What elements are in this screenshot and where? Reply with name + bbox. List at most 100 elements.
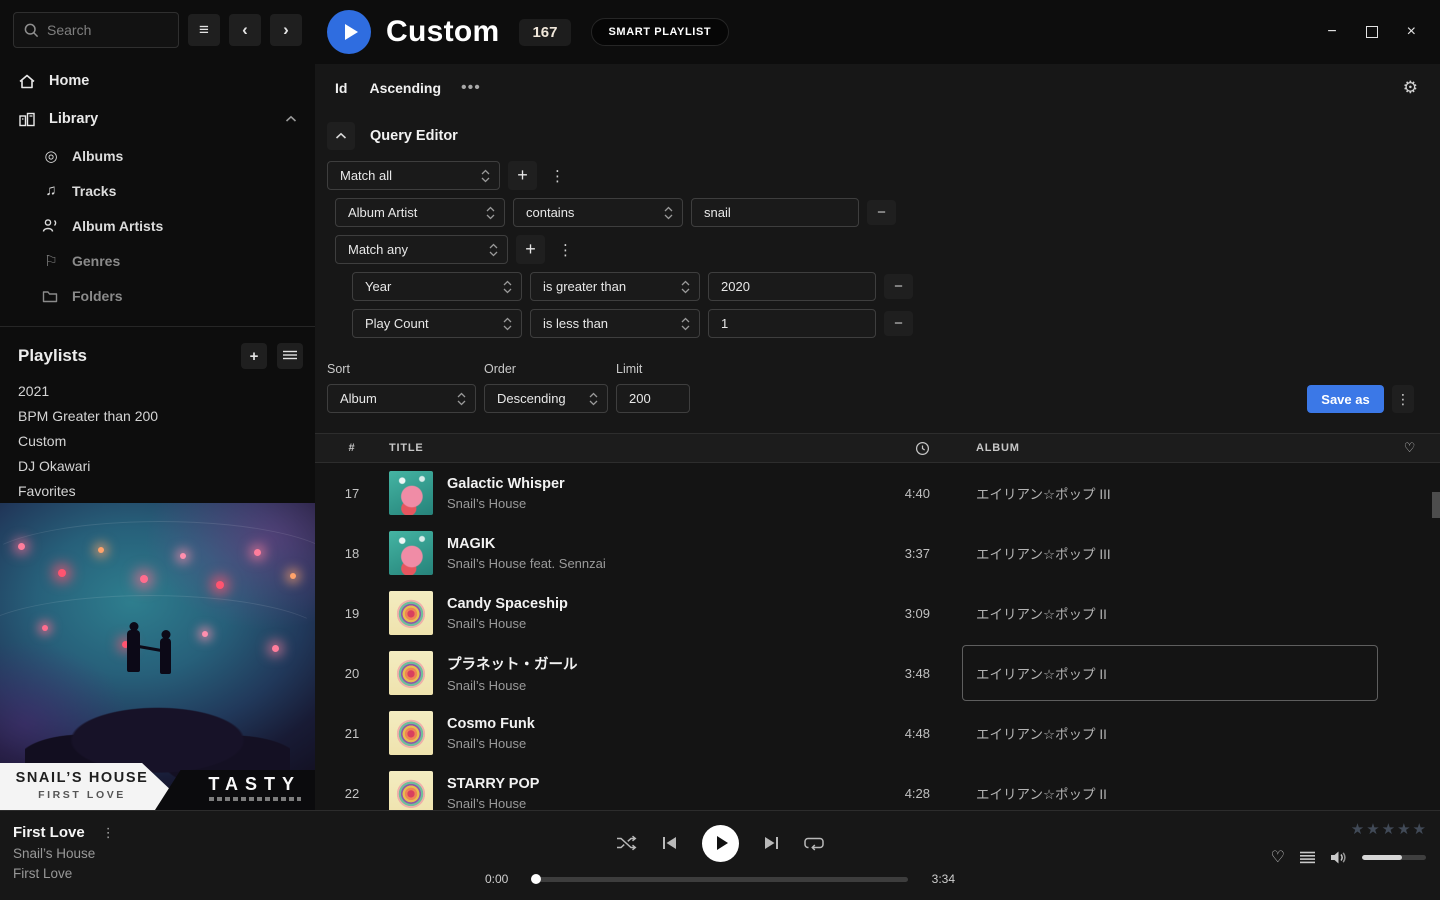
rule-operator-select[interactable]: is greater than <box>530 272 700 301</box>
playlist-item[interactable]: DJ Okawari <box>0 453 315 478</box>
rule-value-input[interactable] <box>691 198 859 227</box>
rule-value-input[interactable] <box>708 272 876 301</box>
sidebar-item-album-artists[interactable]: Album Artists <box>0 208 315 243</box>
limit-input[interactable] <box>616 384 690 413</box>
sidebar-item-home[interactable]: Home <box>0 62 315 100</box>
now-playing-album[interactable]: First Love <box>13 866 315 881</box>
previous-track-icon[interactable] <box>662 836 677 850</box>
playlist-item[interactable]: Custom <box>0 428 315 453</box>
table-row[interactable]: 17 Galactic Whisper Snail’s House 4:40 エ… <box>315 463 1440 523</box>
play-playlist-button[interactable] <box>327 10 371 54</box>
select-caret-icon <box>664 206 673 220</box>
column-header-duration[interactable] <box>834 441 930 456</box>
column-header-number[interactable]: # <box>315 442 389 454</box>
minimize-button[interactable]: − <box>1327 23 1336 41</box>
column-header-album[interactable]: ALBUM <box>960 442 1380 454</box>
shuffle-icon[interactable] <box>616 835 637 851</box>
rule-operator-select[interactable]: contains <box>513 198 683 227</box>
table-row[interactable]: 20 プラネット・ガール Snail’s House 3:48 エイリアン☆ポッ… <box>315 643 1440 703</box>
sort-select[interactable]: Album <box>327 384 476 413</box>
playlist-item[interactable]: Favorites <box>0 478 315 503</box>
track-title: STARRY POP <box>447 776 539 792</box>
gear-icon[interactable]: ⚙ <box>1403 78 1418 98</box>
sidebar-item-genres[interactable]: ⚐ Genres <box>0 243 315 278</box>
more-options-icon[interactable]: ••• <box>461 79 481 97</box>
sidebar-item-tracks[interactable]: ♫ Tracks <box>0 173 315 208</box>
playlist-item[interactable]: BPM Greater than 200 <box>0 403 315 428</box>
collapse-query-editor-button[interactable] <box>327 122 355 150</box>
group-options-icon[interactable]: ⋮ <box>553 241 578 259</box>
rule-field-select[interactable]: Album Artist <box>335 198 505 227</box>
column-header-title[interactable]: TITLE <box>389 442 834 454</box>
star-icon[interactable]: ★ <box>1397 820 1410 838</box>
play-button[interactable] <box>702 825 739 862</box>
remove-rule-button[interactable]: − <box>884 311 913 336</box>
remove-rule-button[interactable]: − <box>867 200 896 225</box>
search-input[interactable] <box>47 22 168 38</box>
sort-field-button[interactable]: Id <box>335 80 347 96</box>
maximize-button[interactable] <box>1366 26 1378 38</box>
table-row[interactable]: 22 STARRY POP Snail’s House 4:28 エイリアン☆ポ… <box>315 763 1440 810</box>
playlist-item[interactable]: 2021 <box>0 378 315 403</box>
match-select[interactable]: Match all <box>327 161 500 190</box>
table-row[interactable]: 18 MAGIK Snail’s House feat. Sennzai 3:3… <box>315 523 1440 583</box>
rating-stars[interactable]: ★ ★ ★ ★ ★ <box>1351 820 1426 838</box>
star-icon[interactable]: ★ <box>1413 820 1426 838</box>
group-options-icon[interactable]: ⋮ <box>545 167 570 185</box>
sort-direction-button[interactable]: Ascending <box>369 80 441 96</box>
now-playing-options-icon[interactable]: ⋮ <box>97 825 120 841</box>
star-icon[interactable]: ★ <box>1366 820 1379 838</box>
now-playing-title[interactable]: First Love <box>13 824 85 841</box>
sort-toolbar: Id Ascending ••• ⚙ <box>315 64 1440 112</box>
rule-value-input[interactable] <box>708 309 876 338</box>
sidebar-item-label: Album Artists <box>72 218 163 234</box>
scrollbar-thumb[interactable] <box>1432 492 1440 518</box>
sidebar-item-folders[interactable]: Folders <box>0 278 315 313</box>
volume-icon[interactable] <box>1330 850 1347 865</box>
add-rule-button[interactable]: + <box>508 161 537 190</box>
search-box[interactable] <box>13 12 179 48</box>
save-options-button[interactable]: ⋮ <box>1392 385 1414 413</box>
rule-field-select[interactable]: Year <box>352 272 522 301</box>
favorite-heart-icon[interactable]: ♡ <box>1271 847 1285 867</box>
table-row[interactable]: 21 Cosmo Funk Snail’s House 4:48 エイリアン☆ポ… <box>315 703 1440 763</box>
back-button[interactable]: ‹ <box>229 14 261 46</box>
add-playlist-button[interactable]: + <box>241 343 267 369</box>
track-artist: Snail’s House <box>447 736 535 751</box>
queue-icon[interactable] <box>1300 851 1315 864</box>
seek-handle[interactable] <box>531 874 541 884</box>
rule-operator-select[interactable]: is less than <box>530 309 700 338</box>
menu-button[interactable]: ≡ <box>188 14 220 46</box>
track-number: 22 <box>315 786 389 801</box>
next-track-icon[interactable] <box>764 836 779 850</box>
select-caret-icon <box>503 317 512 331</box>
chevron-right-icon: › <box>283 20 289 40</box>
close-button[interactable]: × <box>1407 23 1416 41</box>
repeat-icon[interactable] <box>804 835 824 851</box>
forward-button[interactable]: › <box>270 14 302 46</box>
now-playing-album-art[interactable]: SNAIL’S HOUSE FIRST LOVE TASTY <box>0 503 315 810</box>
chevron-up-icon[interactable] <box>285 115 297 123</box>
save-as-button[interactable]: Save as <box>1307 385 1384 413</box>
column-header-favorite[interactable]: ♡ <box>1380 440 1440 456</box>
track-album-focused-cell[interactable]: エイリアン☆ポップ II <box>962 645 1378 701</box>
sidebar-item-library[interactable]: Library <box>0 100 315 138</box>
rule-field-select[interactable]: Play Count <box>352 309 522 338</box>
volume-slider[interactable] <box>1362 855 1426 860</box>
track-duration: 3:48 <box>834 666 930 681</box>
track-title: Galactic Whisper <box>447 476 565 492</box>
remove-rule-button[interactable]: − <box>884 274 913 299</box>
track-number: 18 <box>315 546 389 561</box>
track-artist: Snail’s House feat. Sennzai <box>447 556 606 571</box>
star-icon[interactable]: ★ <box>1382 820 1395 838</box>
star-icon[interactable]: ★ <box>1351 820 1364 838</box>
match-select[interactable]: Match any <box>335 235 508 264</box>
order-select[interactable]: Descending <box>484 384 608 413</box>
playlist-list-button[interactable] <box>277 343 303 369</box>
table-row[interactable]: 19 Candy Spaceship Snail’s House 3:09 エイ… <box>315 583 1440 643</box>
now-playing-artist[interactable]: Snail’s House <box>13 846 315 861</box>
sidebar-item-albums[interactable]: ◎ Albums <box>0 138 315 173</box>
add-rule-button[interactable]: + <box>516 235 545 264</box>
seek-slider[interactable] <box>532 877 908 882</box>
select-value: Match all <box>340 168 392 183</box>
